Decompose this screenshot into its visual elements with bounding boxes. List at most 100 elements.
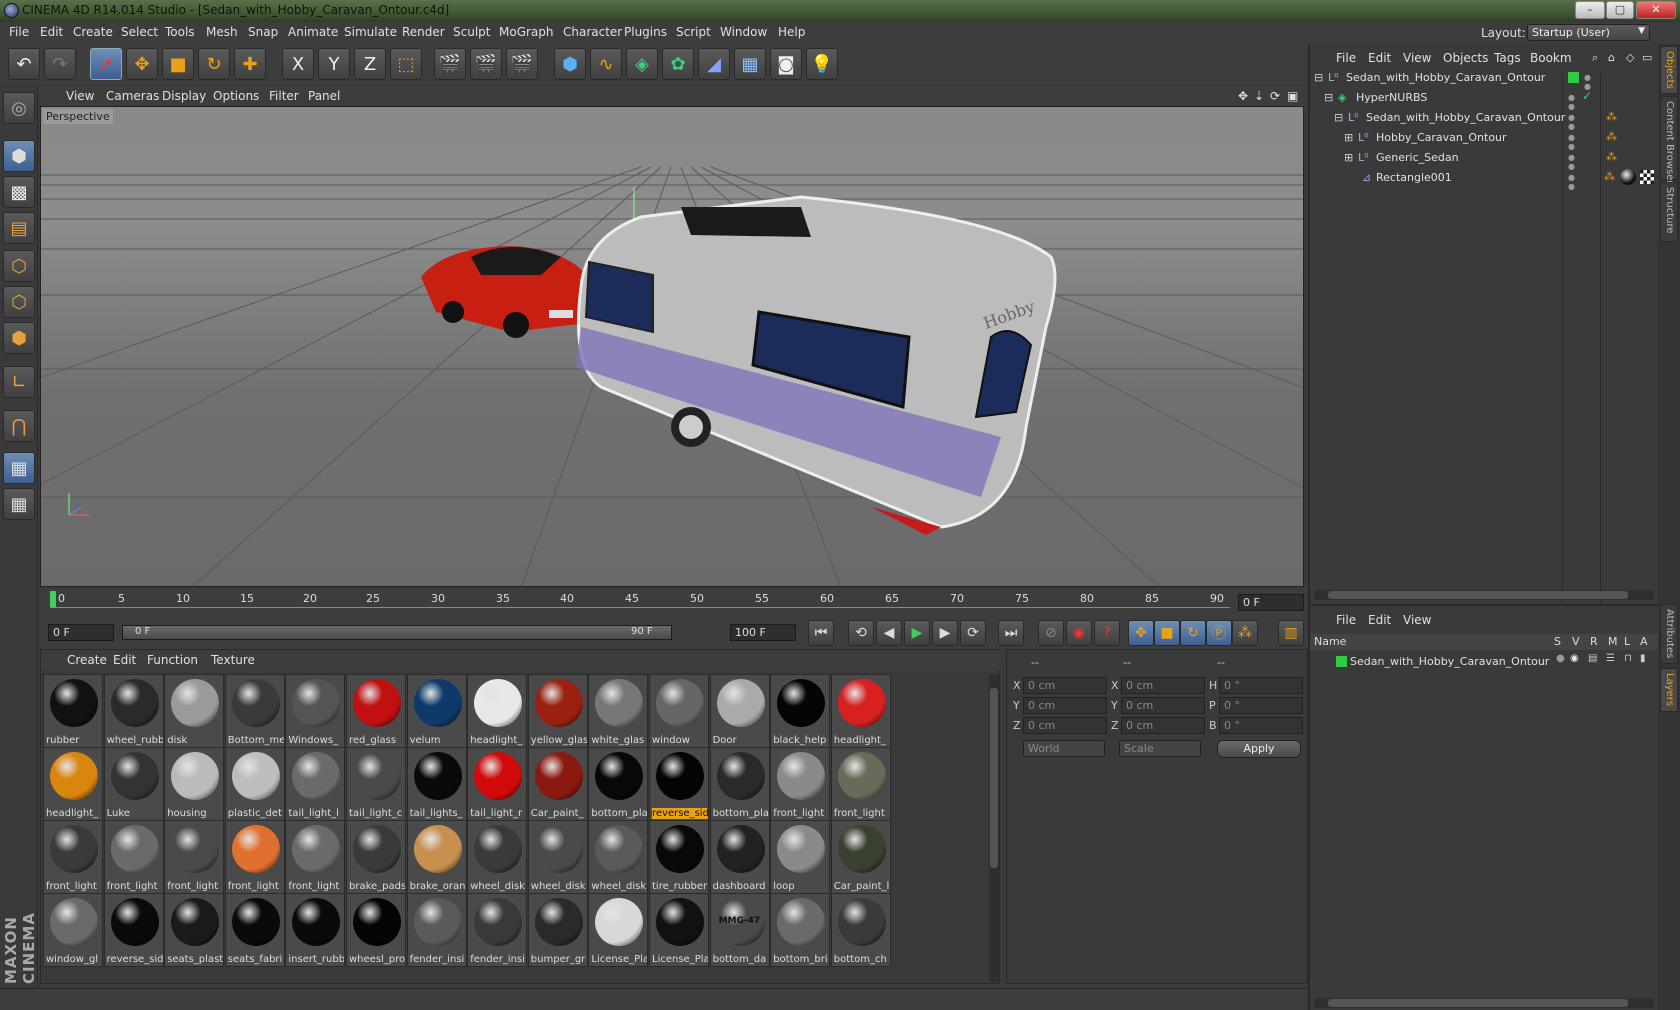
- timeline-window-button[interactable]: ▥: [1278, 620, 1304, 646]
- material-swatch[interactable]: Car_paint_l: [830, 820, 891, 894]
- material-swatch[interactable]: white_glas: [588, 674, 649, 748]
- material-swatch[interactable]: reverse_sid: [103, 893, 164, 967]
- add-cube-button[interactable]: ⬢: [554, 48, 586, 80]
- menu-mograph[interactable]: MoGraph: [499, 25, 554, 39]
- move-tool-button[interactable]: ✥: [126, 48, 158, 80]
- record-keys-button[interactable]: ⊘: [1038, 620, 1064, 646]
- material-swatch[interactable]: tail_light_c: [346, 747, 406, 821]
- locked-workplane-button[interactable]: ▦: [3, 488, 35, 520]
- material-swatch[interactable]: yellow_glas: [527, 674, 588, 748]
- menu-help[interactable]: Help: [778, 25, 805, 39]
- material-scrollbar-thumb[interactable]: [990, 688, 998, 868]
- add-spline-button[interactable]: ∿: [590, 48, 622, 80]
- layer-row[interactable]: Sedan_with_Hobby_Caravan_Ontour ● ◉ ▤ ☰ …: [1310, 652, 1660, 672]
- visibility-dots[interactable]: ● ●: [1568, 173, 1575, 191]
- new-window-icon[interactable]: ▭: [1642, 51, 1652, 64]
- object-horizontal-scrollbar[interactable]: [1314, 590, 1654, 600]
- live-selection-button[interactable]: ➚: [90, 48, 122, 80]
- timeline-ruler[interactable]: 0 5 10 15 20 25 30 35 40 45 50 55 60 65 …: [40, 589, 1308, 617]
- solo-icon[interactable]: ●: [1556, 653, 1565, 664]
- layer-color-swatch[interactable]: [1568, 72, 1579, 83]
- previous-key-button[interactable]: ⟲: [848, 620, 874, 646]
- material-swatch[interactable]: seats_fabri: [224, 893, 285, 967]
- polygons-mode-button[interactable]: ⬢: [3, 322, 35, 354]
- material-swatch[interactable]: wheel_rubb: [103, 674, 164, 748]
- apply-button[interactable]: Apply: [1217, 740, 1301, 758]
- add-tool-button[interactable]: ✚: [234, 48, 266, 80]
- object-menu-file[interactable]: File: [1336, 51, 1356, 65]
- material-swatch[interactable]: dashboard: [709, 820, 770, 894]
- material-swatch[interactable]: front_light: [164, 820, 225, 894]
- material-menu-texture[interactable]: Texture: [211, 653, 255, 667]
- close-button[interactable]: ✕: [1636, 1, 1676, 19]
- collapse-icon[interactable]: ⊟: [1324, 91, 1336, 104]
- points-mode-button[interactable]: ⬡: [3, 250, 35, 282]
- tree-row-caravan[interactable]: ⊞ L⁰ Hobby_Caravan_Ontour ● ● ⁂: [1310, 128, 1660, 151]
- autokey-button[interactable]: ◉: [1066, 620, 1092, 646]
- material-tag-icon[interactable]: [1620, 169, 1636, 185]
- texture-mode-button[interactable]: ▩: [3, 176, 35, 208]
- menu-sculpt[interactable]: Sculpt: [453, 25, 490, 39]
- material-swatch[interactable]: fender_insi: [406, 893, 467, 967]
- add-light-button[interactable]: 💡: [806, 48, 838, 80]
- menu-window[interactable]: Window: [720, 25, 767, 39]
- viewport-menu-cameras[interactable]: Cameras: [106, 89, 159, 103]
- coord-size-y-field[interactable]: 0 cm: [1121, 697, 1205, 714]
- material-swatch[interactable]: front_light: [43, 820, 103, 894]
- menu-edit[interactable]: Edit: [40, 25, 63, 39]
- viewport-menu-filter[interactable]: Filter: [269, 89, 299, 103]
- eye-icon[interactable]: ◉: [1570, 653, 1579, 664]
- material-menu-function[interactable]: Function: [147, 653, 198, 667]
- go-to-end-button[interactable]: ⏭: [998, 620, 1024, 646]
- home-icon[interactable]: ⌂: [1608, 51, 1615, 64]
- material-swatch[interactable]: brake_oran: [406, 820, 467, 894]
- coord-pos-x-field[interactable]: 0 cm: [1023, 677, 1107, 694]
- menu-snap[interactable]: Snap: [248, 25, 278, 39]
- texture-tag-icon[interactable]: [1640, 170, 1654, 184]
- layer-color-swatch[interactable]: [1336, 656, 1347, 667]
- menu-file[interactable]: File: [9, 25, 29, 39]
- key-parameter-button[interactable]: Ⓟ: [1206, 620, 1232, 646]
- minimize-button[interactable]: –: [1575, 1, 1605, 19]
- tab-attributes[interactable]: Attributes: [1660, 604, 1678, 664]
- object-menu-tags[interactable]: Tags: [1494, 51, 1521, 65]
- object-scrollbar-thumb[interactable]: [1328, 591, 1628, 599]
- material-swatch[interactable]: front_light: [830, 747, 891, 821]
- material-menu-create[interactable]: Create: [67, 653, 107, 667]
- key-scale-button[interactable]: ■: [1154, 620, 1180, 646]
- material-swatch[interactable]: Door: [709, 674, 770, 748]
- object-menu-edit[interactable]: Edit: [1368, 51, 1391, 65]
- material-swatch[interactable]: MMG-47 bottom_da: [709, 893, 770, 967]
- material-swatch[interactable]: loop: [770, 820, 831, 894]
- play-button[interactable]: ▶: [904, 620, 930, 646]
- perspective-viewport[interactable]: Hobby Perspective: [40, 106, 1304, 587]
- tree-row-rectangle[interactable]: ⊿ Rectangle001 ● ● ⁂: [1310, 168, 1660, 191]
- tab-structure[interactable]: Structure: [1660, 182, 1678, 242]
- z-axis-lock-button[interactable]: Z: [354, 48, 386, 80]
- menu-create[interactable]: Create: [73, 25, 113, 39]
- red-sedan-model[interactable]: [421, 246, 601, 338]
- coord-rot-b-field[interactable]: 0 °: [1219, 717, 1303, 734]
- tree-row-hypernurbs[interactable]: ⊟ ◈ HyperNURBS ● ● ✓: [1310, 88, 1660, 111]
- menu-script[interactable]: Script: [676, 25, 711, 39]
- material-swatch[interactable]: Car_paint_: [527, 747, 588, 821]
- scale-tool-button[interactable]: ■: [162, 48, 194, 80]
- layout-dropdown[interactable]: Startup (User) ▼: [1527, 24, 1650, 41]
- material-swatch[interactable]: wheel_disk: [588, 820, 649, 894]
- search-icon[interactable]: ⌕: [1592, 51, 1598, 65]
- menu-mesh[interactable]: Mesh: [206, 25, 238, 39]
- material-swatch[interactable]: front_light: [224, 820, 285, 894]
- axis-mode-button[interactable]: ∟: [3, 366, 35, 398]
- coordinate-system-button[interactable]: ⬚: [390, 48, 422, 80]
- object-menu-view[interactable]: View: [1403, 51, 1431, 65]
- manager-icon[interactable]: ☰: [1606, 653, 1615, 664]
- add-floor-button[interactable]: ▦: [734, 48, 766, 80]
- coord-size-z-field[interactable]: 0 cm: [1121, 717, 1205, 734]
- add-deformer-button[interactable]: ◢: [698, 48, 730, 80]
- material-swatch[interactable]: red_glass: [346, 674, 406, 748]
- coord-pos-y-field[interactable]: 0 cm: [1023, 697, 1107, 714]
- material-swatch[interactable]: housing: [164, 747, 225, 821]
- expand-icon[interactable]: ⊞: [1344, 131, 1356, 144]
- material-swatch[interactable]: bottom_pla: [588, 747, 649, 821]
- viewport-menu-display[interactable]: Display: [162, 89, 206, 103]
